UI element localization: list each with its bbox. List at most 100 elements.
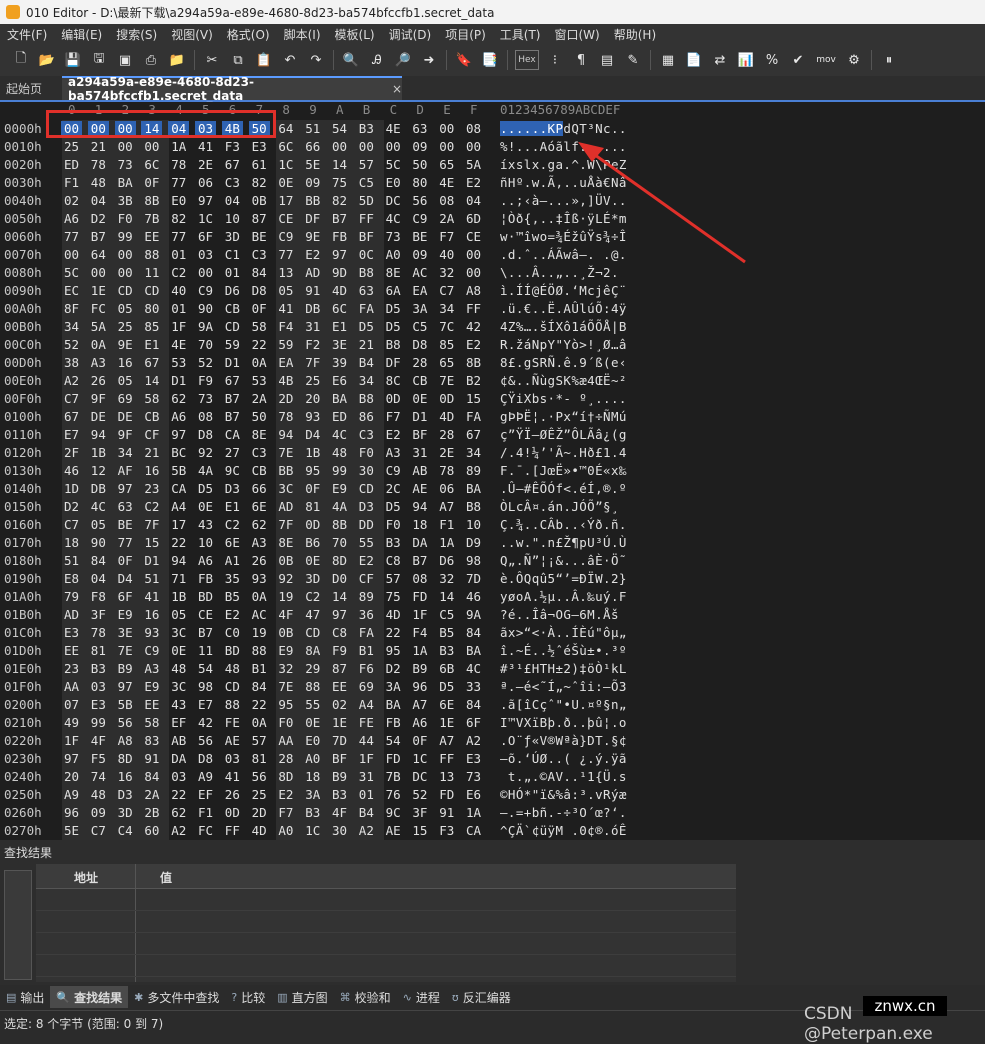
hex-byte[interactable]: 05 xyxy=(171,607,186,622)
compare-icon[interactable]: ⇄ xyxy=(710,50,730,70)
hex-byte[interactable]: 0A xyxy=(252,355,267,370)
hex-byte[interactable]: F1 xyxy=(64,175,79,190)
hex-byte[interactable]: 9E xyxy=(118,337,133,352)
hex-byte[interactable]: E2 xyxy=(225,607,240,622)
hex-byte[interactable]: 32 xyxy=(278,661,293,676)
col-address-header[interactable]: 地址 xyxy=(74,869,98,886)
hex-byte[interactable]: DB xyxy=(305,301,320,316)
hex-byte[interactable]: 7D xyxy=(332,733,347,748)
hex-byte[interactable]: B4 xyxy=(359,805,374,820)
ascii-text[interactable]: íxslx.ga.^.W\PeZ xyxy=(500,157,627,172)
hex-byte[interactable]: 51 xyxy=(305,121,320,136)
hex-byte[interactable]: 78 xyxy=(278,409,293,424)
hex-byte[interactable]: BA xyxy=(466,643,481,658)
replace-icon[interactable]: Ꭿ xyxy=(367,50,387,70)
hex-byte[interactable]: AD xyxy=(278,499,293,514)
hex-byte[interactable]: CB xyxy=(252,463,267,478)
hex-byte[interactable]: FB xyxy=(386,715,401,730)
hex-byte[interactable]: 34 xyxy=(359,373,374,388)
hex-byte[interactable]: E2 xyxy=(305,247,320,262)
hex-byte[interactable]: 41 xyxy=(225,769,240,784)
hex-byte[interactable]: 00 xyxy=(466,139,481,154)
hex-byte[interactable]: 54 xyxy=(198,661,213,676)
hex-byte[interactable]: E9 xyxy=(332,481,347,496)
hex-byte[interactable]: 1F xyxy=(171,319,186,334)
hex-byte[interactable]: 17 xyxy=(278,193,293,208)
hex-byte[interactable]: 57 xyxy=(359,157,374,172)
ascii-text[interactable]: Q„.Ñ”¦¡&...âÈ·Ö˜ xyxy=(500,553,627,568)
hex-byte[interactable]: 91 xyxy=(439,805,454,820)
hex-byte[interactable]: B8 xyxy=(466,499,481,514)
menu-format[interactable]: 格式(O) xyxy=(220,26,277,43)
hex-byte[interactable]: 14 xyxy=(332,157,347,172)
hex-byte[interactable]: 4B xyxy=(278,373,293,388)
hex-byte[interactable]: 1F xyxy=(64,733,79,748)
hex-byte[interactable]: 50 xyxy=(252,409,267,424)
hex-byte[interactable]: FA xyxy=(466,409,481,424)
hex-byte[interactable]: B7 xyxy=(412,553,427,568)
hex-byte[interactable]: 13 xyxy=(439,769,454,784)
tab-histogram[interactable]: ▥ 直方图 xyxy=(271,986,333,1008)
hex-byte[interactable]: CD xyxy=(118,283,133,298)
hex-byte[interactable]: E3 xyxy=(466,751,481,766)
hex-byte[interactable]: 09 xyxy=(305,175,320,190)
calculator-icon[interactable]: ▦ xyxy=(658,50,678,70)
hex-byte[interactable]: 51 xyxy=(144,571,159,586)
new-file-icon[interactable]: 🗋 xyxy=(11,50,31,70)
hex-byte[interactable]: B3 xyxy=(305,805,320,820)
menu-tools[interactable]: 工具(T) xyxy=(493,26,548,43)
hex-byte[interactable]: 05 xyxy=(118,373,133,388)
hex-byte[interactable]: D1 xyxy=(171,373,186,388)
hex-byte[interactable]: 66 xyxy=(252,481,267,496)
ascii-text[interactable]: ©HÓ*"ï&%â:³.vRýæ xyxy=(500,787,627,802)
hex-byte[interactable]: 3D xyxy=(305,571,320,586)
hex-byte[interactable]: B7 xyxy=(225,409,240,424)
hex-byte[interactable]: 56 xyxy=(412,193,427,208)
hex-byte[interactable]: 62 xyxy=(171,391,186,406)
hex-byte[interactable]: 95 xyxy=(305,463,320,478)
hex-byte[interactable]: 44 xyxy=(359,733,374,748)
hex-byte[interactable]: BF xyxy=(412,427,427,442)
hex-byte[interactable]: D4 xyxy=(305,427,320,442)
hex-byte[interactable]: 8C xyxy=(386,373,401,388)
hex-byte[interactable]: C7 xyxy=(64,517,79,532)
hex-byte[interactable]: F7 xyxy=(439,229,454,244)
hex-byte[interactable]: 42 xyxy=(466,319,481,334)
hex-byte[interactable]: 8B xyxy=(466,355,481,370)
hex-byte[interactable]: 6E xyxy=(252,499,267,514)
hex-byte[interactable]: 70 xyxy=(332,535,347,550)
hex-byte[interactable]: 97 xyxy=(171,427,186,442)
hex-byte[interactable]: 6C xyxy=(278,139,293,154)
ascii-text[interactable]: ­?é..Îâ¬OG—6M.Åš xyxy=(500,607,619,622)
hex-byte[interactable]: 04 xyxy=(91,571,106,586)
hex-byte[interactable]: 91 xyxy=(305,283,320,298)
hex-byte[interactable]: 43 xyxy=(171,697,186,712)
hex-byte[interactable]: 8E xyxy=(252,427,267,442)
tab-disassembler[interactable]: ʊ 反汇编器 xyxy=(446,986,517,1008)
text-mode-icon[interactable]: ▤ xyxy=(597,50,617,70)
hex-byte[interactable]: D2 xyxy=(91,211,106,226)
hex-byte[interactable]: D6 xyxy=(439,553,454,568)
ascii-text[interactable]: gÞÞË¦.·Px“í†÷ÑMú xyxy=(500,409,627,424)
hex-byte[interactable]: BB xyxy=(278,463,293,478)
hex-byte[interactable]: 96 xyxy=(412,679,427,694)
hex-byte[interactable]: A9 xyxy=(198,769,213,784)
hex-byte[interactable]: 75 xyxy=(332,175,347,190)
tab-output[interactable]: ▤ 输出 xyxy=(0,986,50,1008)
hex-byte[interactable]: 0A xyxy=(252,589,267,604)
hex-byte[interactable]: C9 xyxy=(144,643,159,658)
hex-byte[interactable]: 19 xyxy=(252,625,267,640)
hex-byte[interactable]: 36 xyxy=(359,607,374,622)
hex-byte[interactable]: A2 xyxy=(359,823,374,838)
hex-byte[interactable]: CD xyxy=(225,679,240,694)
hex-byte[interactable]: C4 xyxy=(118,823,133,838)
hex-byte[interactable]: 50 xyxy=(412,157,427,172)
hex-byte[interactable]: 77 xyxy=(171,229,186,244)
hex-byte[interactable]: 2E xyxy=(439,445,454,460)
hex-byte[interactable]: 9A xyxy=(466,607,481,622)
hex-byte[interactable]: FD xyxy=(412,589,427,604)
hex-byte[interactable]: 64 xyxy=(278,121,293,136)
hex-byte[interactable]: AA xyxy=(278,733,293,748)
hex-byte[interactable]: 0C xyxy=(359,247,374,262)
ascii-text[interactable]: 4Z%….šÍXô1áÕÕÅ|B xyxy=(500,319,627,334)
